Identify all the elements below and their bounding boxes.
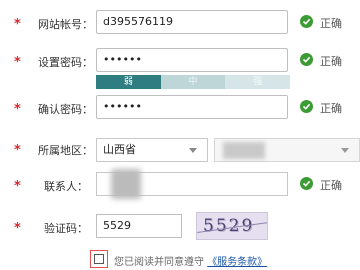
required-star: * bbox=[14, 17, 21, 32]
contact-status: 正确 bbox=[320, 179, 342, 192]
agree-prefix: 您已阅读并同意遵守 bbox=[114, 257, 204, 268]
check-circle-icon bbox=[300, 15, 313, 28]
strength-weak: 弱 bbox=[96, 75, 161, 89]
confirm-password-status: 正确 bbox=[320, 102, 342, 115]
province-select[interactable]: 山西省 bbox=[96, 138, 208, 162]
captcha-input[interactable]: 5529 bbox=[96, 214, 182, 238]
redacted-value bbox=[223, 142, 265, 159]
required-star: * bbox=[14, 143, 21, 158]
password-strength-meter: 弱 中 强 bbox=[96, 75, 291, 89]
required-star: * bbox=[14, 221, 21, 236]
strength-medium: 中 bbox=[160, 75, 226, 89]
province-value: 山西省 bbox=[103, 143, 136, 156]
chevron-down-icon bbox=[189, 148, 197, 153]
terms-agreement: 您已阅读并同意遵守 《服务条款》 bbox=[90, 250, 290, 268]
contact-label: 联系人： bbox=[44, 180, 88, 193]
region-label: 所属地区： bbox=[38, 144, 93, 157]
password-status: 正确 bbox=[320, 55, 342, 68]
password-input[interactable]: •••••• bbox=[96, 48, 288, 72]
strength-strong: 强 bbox=[225, 75, 291, 89]
required-star: * bbox=[14, 102, 21, 117]
confirm-password-row: * 确认密码： •••••• 正确 bbox=[0, 93, 360, 123]
account-row: * 网站帐号： d395576119 正确 bbox=[0, 8, 360, 38]
check-circle-icon bbox=[300, 177, 313, 190]
required-star: * bbox=[14, 55, 21, 70]
account-label: 网站帐号： bbox=[38, 18, 93, 31]
chevron-down-icon bbox=[341, 148, 349, 153]
checkbox-highlight bbox=[90, 250, 108, 268]
terms-link[interactable]: 《服务条款》 bbox=[207, 257, 267, 268]
account-input[interactable]: d395576119 bbox=[96, 10, 288, 34]
confirm-password-input[interactable]: •••••• bbox=[96, 95, 288, 119]
agree-text: 您已阅读并同意遵守 《服务条款》 bbox=[114, 253, 267, 268]
contact-input[interactable] bbox=[96, 169, 288, 199]
redacted-value bbox=[111, 169, 141, 199]
captcha-label: 验证码： bbox=[44, 222, 88, 235]
confirm-password-label: 确认密码： bbox=[38, 103, 93, 116]
password-row: * 设置密码： •••••• 正确 bbox=[0, 46, 360, 76]
check-circle-icon bbox=[300, 53, 313, 66]
account-status: 正确 bbox=[320, 17, 342, 30]
agree-checkbox[interactable] bbox=[94, 254, 104, 264]
password-label: 设置密码： bbox=[38, 56, 93, 69]
captcha-image[interactable]: 5529 bbox=[196, 212, 268, 240]
check-circle-icon bbox=[300, 100, 313, 113]
city-select[interactable] bbox=[214, 138, 360, 162]
required-star: * bbox=[14, 179, 21, 194]
